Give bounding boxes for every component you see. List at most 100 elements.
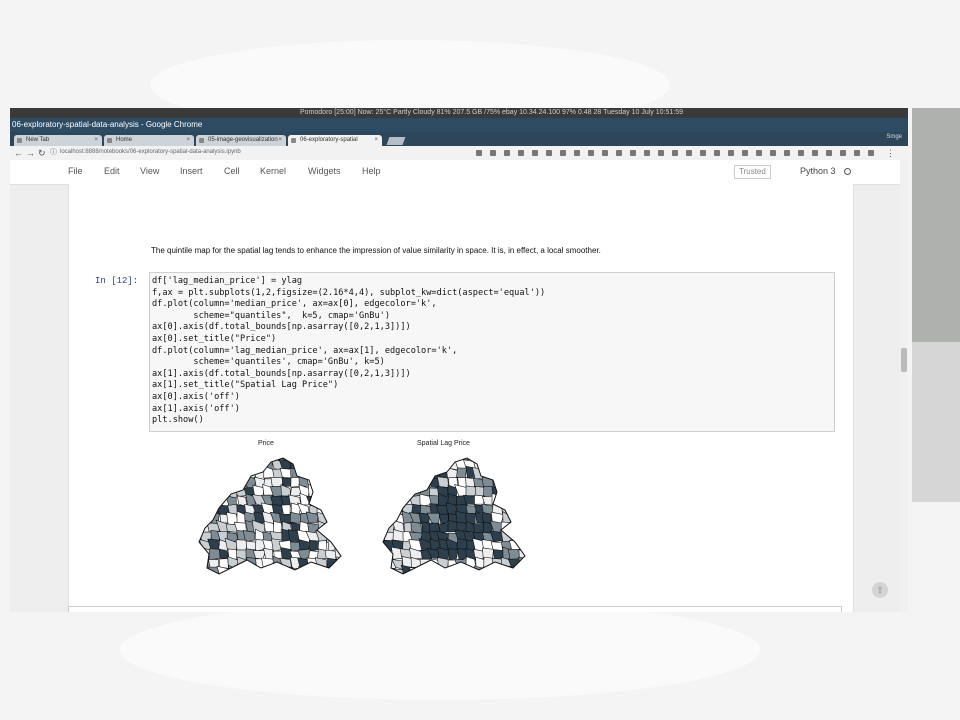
new-tab-button[interactable] (386, 137, 406, 145)
extension-icon[interactable] (504, 150, 510, 156)
extension-icon[interactable] (490, 150, 496, 156)
extension-icon[interactable] (728, 150, 734, 156)
map-region (199, 511, 204, 526)
extension-icon[interactable] (826, 150, 832, 156)
map-region (271, 577, 284, 580)
map-region (428, 459, 441, 472)
map-region (272, 565, 284, 574)
close-tab-icon[interactable]: × (186, 135, 190, 146)
map-region (519, 503, 525, 516)
map-region (528, 530, 535, 542)
map-region (420, 576, 430, 580)
tab-label: 06-exploratory-spatial (300, 137, 358, 143)
kernel-name[interactable]: Python 3 (800, 166, 836, 176)
map-region (475, 576, 486, 580)
menu-edit[interactable]: Edit (104, 166, 120, 176)
extension-icon[interactable] (588, 150, 594, 156)
menu-cell[interactable]: Cell (224, 166, 240, 176)
extension-icon[interactable] (784, 150, 790, 156)
map-region (208, 548, 221, 561)
map-region (527, 549, 535, 560)
map-region (509, 511, 522, 525)
extension-icon[interactable] (518, 150, 524, 156)
menu-kernel[interactable]: Kernel (260, 166, 286, 176)
page-scrollbar[interactable] (900, 160, 908, 612)
map-region (384, 573, 396, 574)
info-icon[interactable]: ⓘ (50, 147, 57, 159)
map-region (490, 466, 505, 478)
extension-icon[interactable] (616, 150, 622, 156)
extension-icon[interactable] (672, 150, 678, 156)
map-region (520, 575, 530, 580)
tab-new-tab[interactable]: New Tab × (14, 135, 102, 146)
map-region (235, 539, 247, 552)
jupyter-menubar: File Edit View Insert Cell Kernel Widget… (10, 160, 908, 185)
map-region (335, 575, 347, 580)
tab-geovisualization[interactable]: 05-image-geovisualization × (196, 135, 286, 146)
menu-help[interactable]: Help (362, 166, 381, 176)
extension-icon[interactable] (756, 150, 762, 156)
map-region (493, 459, 504, 472)
tab-exploratory-spatial[interactable]: 06-exploratory-spatial × (288, 135, 382, 146)
back-icon[interactable]: ← (14, 147, 23, 159)
extension-icon[interactable] (714, 150, 720, 156)
extension-icon[interactable] (812, 150, 818, 156)
tab-home[interactable]: Home × (104, 135, 194, 146)
extension-icon[interactable] (868, 150, 874, 156)
extension-icon[interactable] (742, 150, 748, 156)
trusted-indicator[interactable]: Trusted (734, 165, 771, 179)
map-region (401, 575, 414, 580)
menu-view[interactable]: View (140, 166, 159, 176)
extension-icon[interactable] (644, 150, 650, 156)
favicon-icon (17, 138, 22, 143)
extension-icon[interactable] (854, 150, 860, 156)
star-icon[interactable] (476, 150, 482, 156)
extension-icon[interactable] (658, 150, 664, 156)
extension-icon[interactable] (840, 150, 846, 156)
extension-icon[interactable] (546, 150, 552, 156)
menu-widgets[interactable]: Widgets (308, 166, 341, 176)
extension-icon[interactable] (560, 150, 566, 156)
extension-icon[interactable] (532, 150, 538, 156)
map-region (383, 521, 387, 532)
next-cell-edge[interactable] (68, 606, 842, 612)
close-tab-icon[interactable]: × (374, 135, 378, 146)
scroll-to-top-icon[interactable]: ⇧ (872, 582, 888, 598)
map-region (509, 502, 522, 516)
menu-icon[interactable]: ⋮ (886, 147, 895, 159)
tab-label: 05-image-geovisualization (208, 137, 278, 143)
map-region (306, 458, 319, 471)
map-region (383, 565, 388, 574)
map-region (326, 567, 338, 574)
close-tab-icon[interactable]: × (278, 135, 282, 146)
extension-icon[interactable] (770, 150, 776, 156)
forward-icon[interactable]: → (26, 147, 35, 159)
url-input[interactable]: localhost:8888/notebooks/06-exploratory-… (60, 148, 460, 157)
map-region (392, 458, 404, 470)
map-region (191, 576, 201, 580)
map-region (327, 578, 336, 580)
map-region (200, 467, 211, 479)
reload-icon[interactable]: ↻ (38, 147, 46, 159)
map-region (375, 575, 385, 580)
map-region (316, 483, 329, 498)
map-region (199, 567, 203, 574)
menu-insert[interactable]: Insert (180, 166, 203, 176)
code-cell[interactable]: df['lag_median_price'] = ylag f,ax = plt… (149, 272, 835, 432)
scrollbar-thumb[interactable] (901, 348, 907, 372)
map-region (509, 458, 521, 462)
code-input[interactable]: df['lag_median_price'] = ylag f,ax = plt… (150, 273, 834, 430)
extension-icon[interactable] (686, 150, 692, 156)
markdown-cell[interactable]: The quintile map for the spatial lag ten… (151, 246, 601, 255)
extension-icon[interactable] (630, 150, 636, 156)
extension-icon[interactable] (700, 150, 706, 156)
extension-icon[interactable] (798, 150, 804, 156)
close-tab-icon[interactable]: × (94, 135, 98, 146)
menu-file[interactable]: File (68, 166, 83, 176)
profile-label[interactable]: Smge (886, 134, 902, 140)
map-region (403, 458, 414, 463)
extension-icon[interactable] (602, 150, 608, 156)
map-region (209, 474, 220, 487)
extension-icon[interactable] (574, 150, 580, 156)
map-region (391, 504, 404, 515)
